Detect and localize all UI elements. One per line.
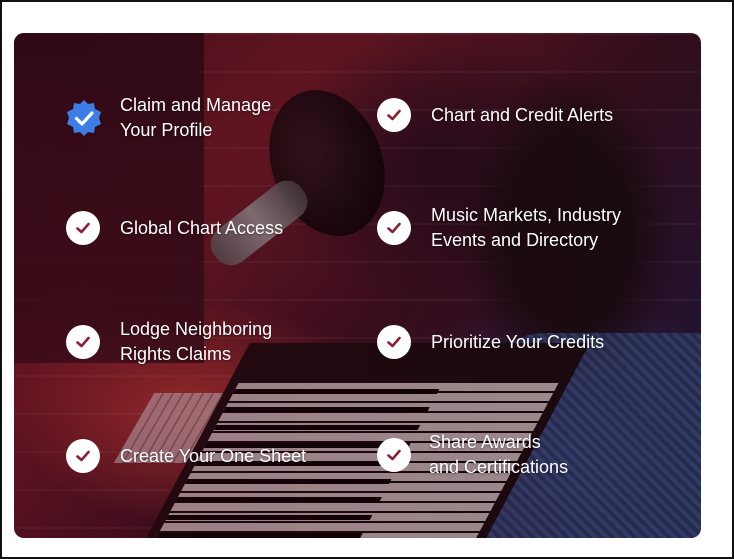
feature-label-line2: and Certifications: [429, 457, 569, 477]
feature-music-markets: Music Markets, Industry Events and Direc…: [377, 203, 621, 253]
check-icon: [377, 438, 411, 472]
feature-chart-credit-alerts: Chart and Credit Alerts: [377, 98, 613, 132]
feature-lodge-rights-claims: Lodge Neighboring Rights Claims: [66, 317, 272, 367]
feature-label: Global Chart Access: [120, 216, 283, 241]
features-banner: Claim and Manage Your Profile Chart and …: [14, 33, 701, 538]
feature-label-line1: Prioritize Your Credits: [431, 331, 605, 352]
check-icon: [66, 325, 100, 359]
feature-share-awards: Share Awards and Certifications: [377, 430, 568, 480]
feature-prioritize-credits: Prioritize Your Credits: [377, 325, 604, 359]
feature-label-line1: Share Awards: [429, 432, 541, 452]
check-icon: [377, 98, 411, 132]
feature-label: Create Your One Sheet: [120, 444, 306, 469]
feature-label: Prioritize Your Credits: [431, 330, 604, 355]
feature-label: Claim and Manage Your Profile: [120, 93, 271, 143]
feature-global-chart-access: Global Chart Access: [66, 211, 283, 245]
feature-label-line2: Events and Directory: [431, 230, 599, 250]
check-icon: [66, 439, 100, 473]
feature-label: Music Markets, Industry Events and Direc…: [431, 203, 621, 253]
feature-label-line1: Music Markets, Industry: [431, 205, 622, 225]
feature-label: Chart and Credit Alerts: [431, 103, 613, 128]
check-icon: [377, 211, 411, 245]
check-icon: [377, 325, 411, 359]
feature-label-line1: Global Chart Access: [120, 217, 284, 238]
feature-label: Lodge Neighboring Rights Claims: [120, 317, 272, 367]
check-icon: [66, 211, 100, 245]
feature-one-sheet: Create Your One Sheet: [66, 439, 306, 473]
feature-label: Share Awards and Certifications: [429, 430, 568, 480]
feature-label-line1: Claim and Manage: [120, 95, 272, 115]
verified-badge-icon: [64, 98, 104, 138]
screenshot-frame: Claim and Manage Your Profile Chart and …: [0, 0, 734, 559]
feature-claim-profile: Claim and Manage Your Profile: [64, 93, 271, 143]
feature-label-line2: Rights Claims: [120, 344, 232, 364]
feature-label-line2: Your Profile: [120, 120, 213, 140]
feature-label-line1: Create Your One Sheet: [120, 445, 307, 466]
feature-label-line1: Lodge Neighboring: [120, 319, 273, 339]
feature-label-line1: Chart and Credit Alerts: [431, 104, 614, 125]
